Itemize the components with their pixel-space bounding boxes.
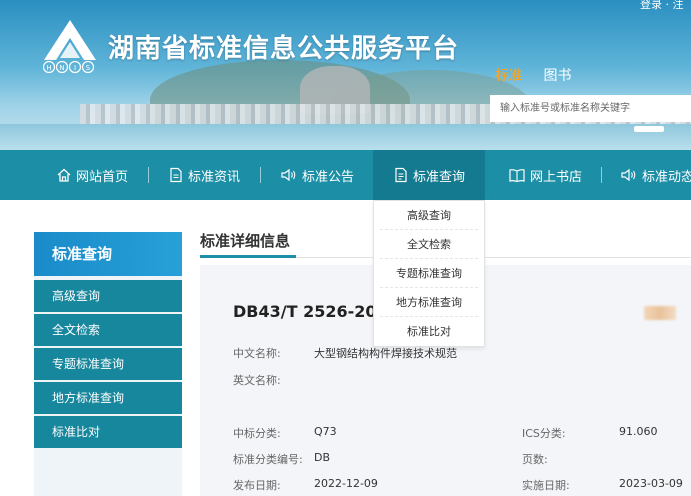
header-banner: H N I S 湖南省标准信息公共服务平台 登录 · 注 标准 图书 [0, 0, 691, 150]
book-icon [509, 169, 525, 183]
sidebar-item-compare[interactable]: 标准比对 [34, 416, 182, 448]
nav-divider [148, 167, 149, 183]
publish-date-value: 2022-12-09 [314, 477, 378, 490]
dropdown-item-fulltext-search[interactable]: 全文检索 [380, 230, 478, 259]
section-title: 标准详细信息 [200, 232, 291, 250]
pages-label: 页数: [522, 453, 548, 466]
dropdown-item-topic-search[interactable]: 专题标准查询 [380, 259, 478, 288]
banner-boat [634, 126, 664, 132]
nav-item-home[interactable]: 网站首页 [56, 150, 128, 200]
sidebar-item-topic-search[interactable]: 专题标准查询 [34, 348, 182, 380]
dropdown-item-compare[interactable]: 标准比对 [380, 317, 478, 346]
sidebar-item-local-search[interactable]: 地方标准查询 [34, 382, 182, 414]
speaker-icon [621, 168, 636, 182]
nav-divider [601, 167, 602, 183]
category-code-value: DB [314, 451, 331, 464]
publish-date-label: 发布日期: [233, 479, 281, 492]
en-name-label: 英文名称: [233, 374, 281, 387]
site-title: 湖南省标准信息公共服务平台 [108, 34, 460, 64]
svg-text:S: S [86, 64, 91, 72]
dropdown-item-advanced-search[interactable]: 高级查询 [380, 201, 478, 230]
status-badge [644, 306, 676, 320]
login-link[interactable]: 登录 · 注 [640, 0, 684, 12]
ccs-value: Q73 [314, 425, 337, 438]
standard-query-dropdown: 高级查询 全文检索 专题标准查询 地方标准查询 标准比对 [373, 200, 485, 347]
ics-label: ICS分类: [522, 427, 566, 440]
document-icon [170, 167, 182, 183]
svg-text:H: H [46, 64, 51, 72]
main-nav: 网站首页 标准资讯 标准公告 标准查询 网上书店 标准动态 [0, 150, 691, 200]
nav-item-standard-query[interactable]: 标准查询 [373, 150, 485, 200]
search-tab-book[interactable]: 图书 [543, 65, 571, 85]
nav-item-label: 标准资讯 [188, 169, 241, 185]
page: H N I S 湖南省标准信息公共服务平台 登录 · 注 标准 图书 网站首页 [0, 0, 691, 496]
sidebar-item-advanced-search[interactable]: 高级查询 [34, 280, 182, 312]
ccs-label: 中标分类: [233, 427, 281, 440]
dropdown-item-local-search[interactable]: 地方标准查询 [380, 288, 478, 317]
sidebar-title: 标准查询 [34, 232, 182, 276]
sidebar-item-fulltext-search[interactable]: 全文检索 [34, 314, 182, 346]
nav-item-label: 标准公告 [302, 169, 355, 185]
category-code-label: 标准分类编号: [233, 453, 303, 466]
search-tabs: 标准 图书 [495, 65, 587, 85]
nav-item-label: 标准查询 [412, 169, 465, 185]
cn-name-value: 大型钢结构构件焊接技术规范 [314, 347, 457, 360]
nav-item-news[interactable]: 标准资讯 [168, 150, 240, 200]
implement-date-label: 实施日期: [522, 479, 570, 492]
nav-item-label: 网上书店 [530, 169, 583, 185]
nav-item-label: 标准动态 [642, 169, 691, 185]
nav-item-dynamics[interactable]: 标准动态 [620, 150, 691, 200]
search-tab-standard[interactable]: 标准 [495, 65, 523, 85]
nav-item-bookstore[interactable]: 网上书店 [508, 150, 582, 200]
search-input[interactable] [490, 95, 691, 122]
svg-text:I: I [74, 64, 76, 72]
speaker-icon [281, 168, 296, 182]
ics-value: 91.060 [619, 425, 658, 438]
implement-date-value: 2023-03-09 [619, 477, 683, 490]
svg-text:N: N [59, 64, 64, 72]
nav-item-announcement[interactable]: 标准公告 [280, 150, 354, 200]
search-document-icon [395, 167, 407, 183]
section-title-underline [200, 255, 296, 258]
site-logo-icon[interactable]: H N I S [40, 18, 100, 74]
cn-name-label: 中文名称: [233, 347, 281, 360]
nav-divider [260, 167, 261, 183]
home-icon [57, 168, 71, 182]
nav-item-label: 网站首页 [76, 169, 129, 185]
banner-river [0, 124, 691, 150]
